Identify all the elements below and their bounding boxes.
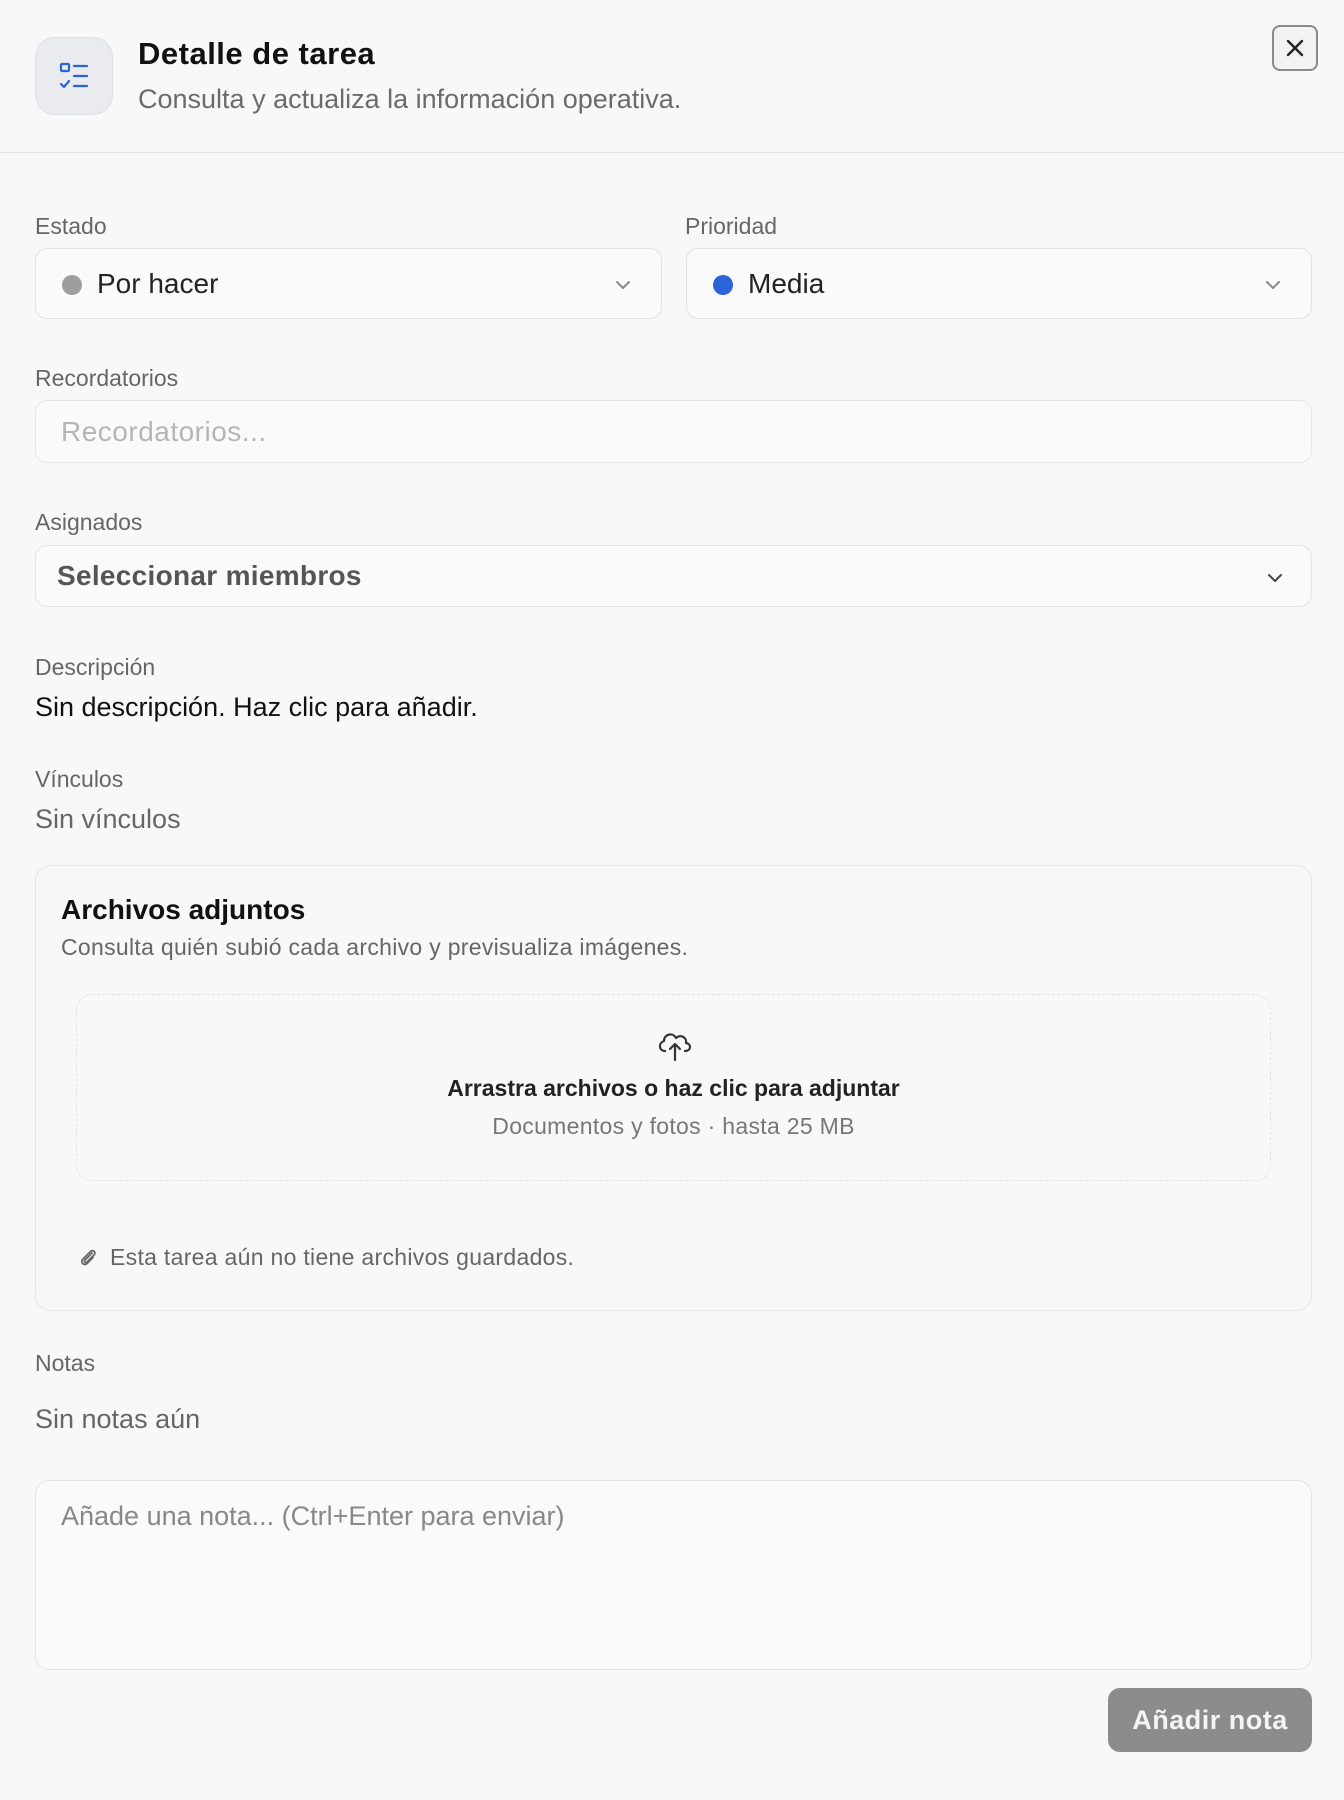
status-select[interactable]: Por hacer: [35, 248, 662, 319]
page-title: Detalle de tarea: [138, 36, 376, 71]
chevron-down-icon: [616, 281, 630, 289]
note-textarea[interactable]: Añade una nota... (Ctrl+Enter para envia…: [35, 1480, 1312, 1670]
assignees-placeholder: Seleccionar miembros: [57, 560, 362, 591]
attachments-dropzone[interactable]: Arrastra archivos o haz clic para adjunt…: [76, 994, 1271, 1181]
paperclip-icon: [81, 1249, 96, 1265]
close-icon: [1286, 39, 1304, 57]
description-label: Descripción: [35, 654, 156, 680]
reminders-input[interactable]: Recordatorios...: [35, 400, 1312, 463]
attachments-card: Archivos adjuntos Consulta quién subió c…: [35, 865, 1312, 1311]
page-subtitle: Consulta y actualiza la información oper…: [138, 84, 682, 114]
panel-header: Detalle de tarea Consulta y actualiza la…: [0, 0, 1344, 153]
priority-dot: [713, 275, 733, 295]
assignees-label: Asignados: [35, 509, 143, 535]
add-note-button[interactable]: Añadir nota: [1108, 1688, 1312, 1752]
description-value[interactable]: Sin descripción. Haz clic para añadir.: [35, 692, 478, 723]
chevron-down-icon: [1268, 574, 1282, 582]
attachments-empty-text: Esta tarea aún no tiene archivos guardad…: [110, 1244, 575, 1270]
dropzone-hint: Documentos y fotos · hasta 25 MB: [492, 1113, 855, 1139]
links-value: Sin vínculos: [35, 804, 181, 834]
task-list-icon: [35, 37, 113, 115]
status-dot: [62, 275, 82, 295]
dropzone-title: Arrastra archivos o haz clic para adjunt…: [447, 1075, 900, 1101]
task-detail-panel: Detalle de tarea Consulta y actualiza la…: [0, 0, 1344, 1800]
status-label: Estado: [35, 213, 107, 239]
notes-empty: Sin notas aún: [35, 1404, 201, 1434]
attachments-title: Archivos adjuntos: [61, 894, 306, 925]
links-label: Vínculos: [35, 766, 124, 792]
priority-value: Media: [748, 268, 825, 299]
assignees-select[interactable]: Seleccionar miembros: [35, 545, 1312, 607]
reminders-label: Recordatorios: [35, 365, 179, 391]
chevron-down-icon: [1266, 281, 1280, 289]
cloud-upload-icon: [658, 1033, 692, 1062]
attachments-empty-state: Esta tarea aún no tiene archivos guardad…: [78, 1244, 574, 1271]
status-value: Por hacer: [97, 268, 219, 299]
close-button[interactable]: [1272, 25, 1318, 71]
notes-label: Notas: [35, 1350, 96, 1376]
reminders-placeholder: Recordatorios...: [61, 416, 267, 447]
attachments-subtitle: Consulta quién subió cada archivo y prev…: [61, 934, 689, 960]
priority-select[interactable]: Media: [686, 248, 1312, 319]
priority-label: Prioridad: [685, 213, 778, 239]
note-placeholder: Añade una nota... (Ctrl+Enter para envia…: [61, 1501, 565, 1531]
